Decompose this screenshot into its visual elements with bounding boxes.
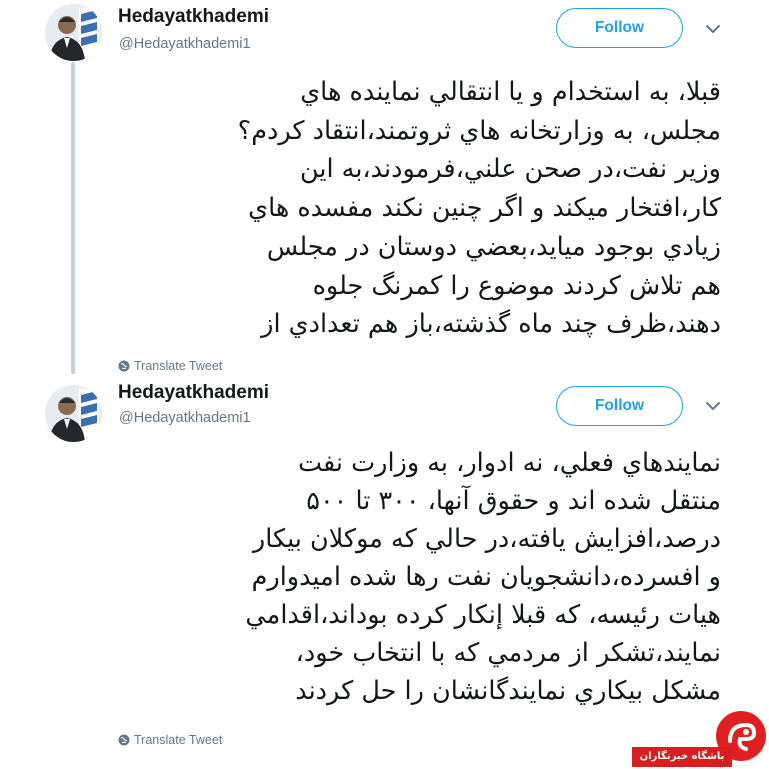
tweet-text-line: وزير نفت،در صحن علني،فرمودند،به اين bbox=[299, 154, 721, 185]
tweet-text-line: نمايندهاي فعلي، نه ادوار، به وزارت نفت bbox=[297, 448, 721, 478]
chevron-down-icon[interactable] bbox=[704, 20, 722, 38]
globe-icon bbox=[118, 734, 130, 746]
tweet-text-line: قبلا، به استخدام و يا انتقالي نماينده ها… bbox=[300, 77, 721, 107]
tweet-text-line: مشكل بيكاري نمايندگانشان را حل كردند bbox=[295, 676, 721, 706]
tweet-text-line: منتقل شده اند و حقوق آنها، ۳۰۰ تا ۵۰۰ bbox=[306, 486, 721, 516]
chevron-down-icon[interactable] bbox=[704, 397, 722, 415]
user-handle[interactable]: @Hedayatkhademi1 bbox=[119, 36, 251, 52]
news-agency-watermark: باشگاه خبرنگاران bbox=[628, 711, 769, 769]
tweet-text-line: زيادي بوجود ميايد،بعضي دوستان در مجلس bbox=[266, 231, 721, 262]
user-handle[interactable]: @Hedayatkhademi1 bbox=[119, 410, 251, 426]
translate-label: Translate Tweet bbox=[134, 359, 223, 373]
avatar[interactable] bbox=[45, 385, 102, 442]
follow-button[interactable]: Follow bbox=[556, 386, 683, 426]
tweet-text-line: درصد،افزايش يافته،در حالي كه موكلان بيكا… bbox=[252, 524, 721, 554]
tweet-text: نمايندهاي فعلي، نه ادوار، به وزارت نفت م… bbox=[245, 444, 721, 710]
tweet-text-line: هيات رئيسه، كه قبلا إنكار كرده بوداند،اق… bbox=[245, 600, 721, 630]
tweet-text: قبلا، به استخدام و يا انتقالي نماينده ها… bbox=[238, 73, 721, 344]
tweet-text-line: كار،افتخار ميكند و اگر چنين نكند مفسده ه… bbox=[248, 193, 721, 224]
tweet-text-line: نمايند،تشكر از مردمي كه با انتخاب خود، bbox=[295, 638, 721, 668]
avatar[interactable] bbox=[45, 4, 102, 61]
globe-icon bbox=[118, 360, 130, 372]
translate-tweet-link[interactable]: Translate Tweet bbox=[118, 359, 222, 373]
translate-label: Translate Tweet bbox=[134, 733, 223, 747]
tweet-text-line: مجلس، به وزارتخانه هاي ثروتمند،انتقاد كر… bbox=[237, 115, 721, 146]
display-name[interactable]: Hedayatkhademi bbox=[118, 382, 269, 404]
tweet-text-line: هم تلاش كردند موضوع را كمرنگ جلوه bbox=[312, 270, 721, 301]
watermark-label: باشگاه خبرنگاران bbox=[632, 747, 732, 767]
tweet-1: Hedayatkhademi @Hedayatkhademi1 Follow ق… bbox=[0, 0, 769, 380]
display-name[interactable]: Hedayatkhademi bbox=[118, 6, 269, 28]
translate-tweet-link[interactable]: Translate Tweet bbox=[118, 733, 222, 747]
tweet-text-line: و افسرده،دانشجويان نفت رها شده اميدوارم bbox=[251, 562, 721, 592]
thread-connector-line bbox=[71, 62, 75, 374]
tweet-text-line: دهند،ظرف چند ماه گذشته،باز هم تعدادي از bbox=[261, 309, 721, 340]
follow-button[interactable]: Follow bbox=[556, 8, 683, 48]
